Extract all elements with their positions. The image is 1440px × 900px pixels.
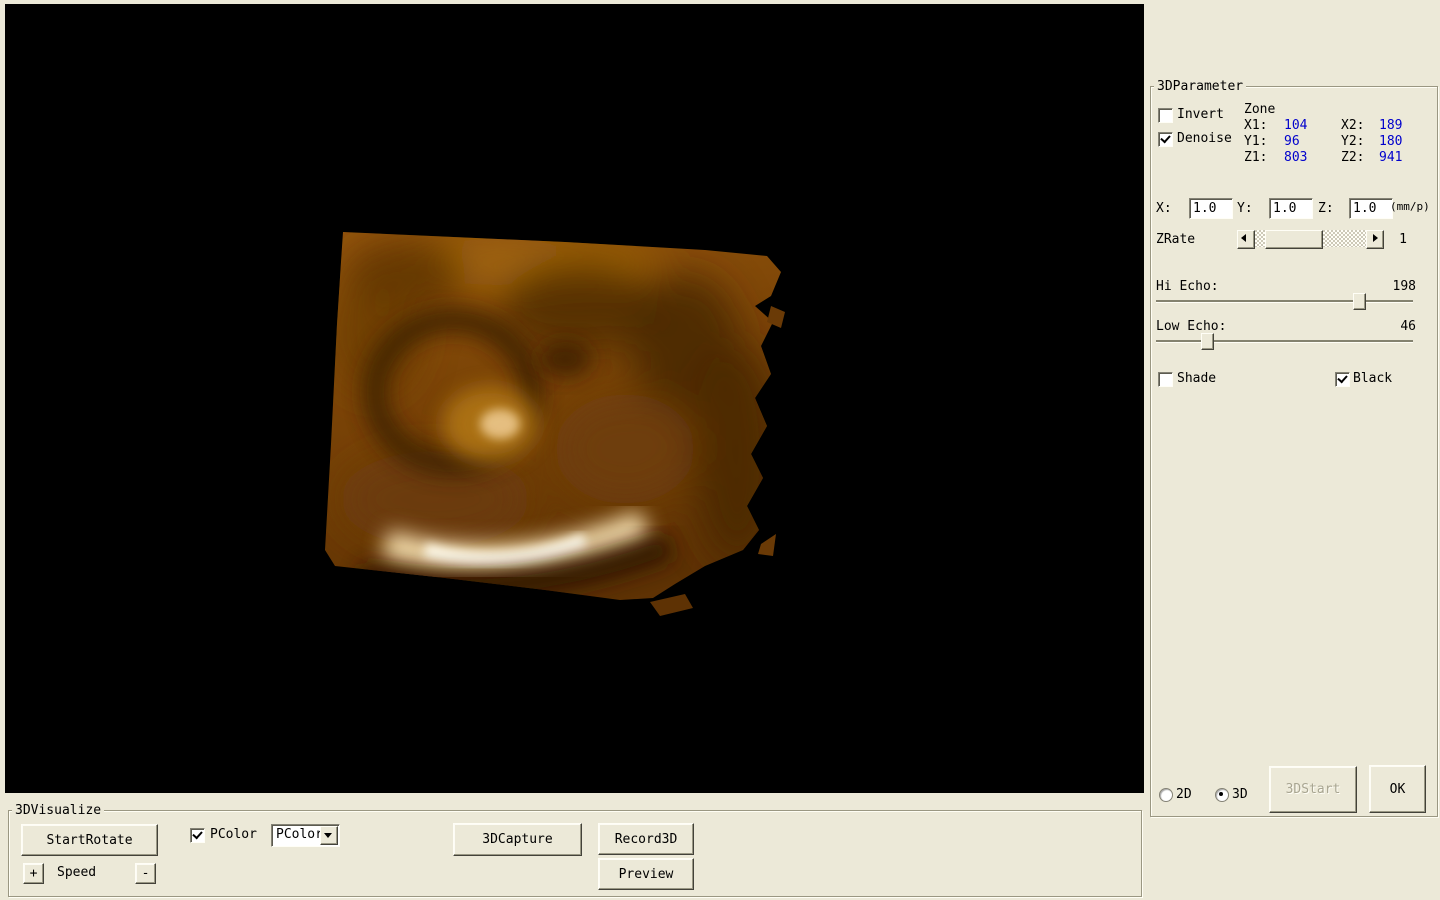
pcolor-dropdown[interactable]: PColor [271, 824, 340, 847]
scale-unit-label: (mm/p) [1390, 200, 1430, 213]
zone-z1-label: Z1: [1244, 150, 1268, 165]
mode-3d-radio-label: 3D [1232, 787, 1248, 802]
preview-button[interactable]: Preview [598, 858, 694, 890]
denoise-checkbox[interactable] [1158, 132, 1173, 147]
zone-row-y: Y1: 96 Y2: 180 [1244, 134, 1432, 150]
ok-button[interactable]: OK [1369, 765, 1426, 813]
scale-x-label: X: [1156, 201, 1172, 216]
visualize-groupbox-title: 3DVisualize [12, 803, 105, 818]
speed-decrease-button[interactable]: - [135, 863, 156, 884]
hi-echo-slider-thumb[interactable] [1353, 293, 1366, 310]
speed-increase-button[interactable]: + [23, 863, 44, 884]
pcolor-checkbox-label: PColor [210, 827, 257, 842]
render-viewport[interactable] [5, 4, 1144, 793]
start-rotate-button[interactable]: StartRotate [21, 824, 158, 856]
zone-x1-value: 104 [1284, 118, 1308, 133]
low-echo-slider-track[interactable] [1156, 340, 1413, 343]
scale-z-input[interactable] [1349, 198, 1393, 219]
parameter-groupbox: 3DParameter Invert Denoise Zone X1: 104 … [1150, 79, 1438, 817]
black-checkbox-label: Black [1353, 371, 1393, 386]
shade-checkbox-label: Shade [1177, 371, 1217, 386]
zone-y1-value: 96 [1284, 134, 1300, 149]
zrate-scrollbar-thumb[interactable] [1265, 230, 1323, 249]
zrate-scroll-right-button[interactable] [1366, 230, 1384, 249]
hi-echo-slider[interactable] [1156, 293, 1413, 310]
invert-checkbox[interactable] [1158, 108, 1173, 123]
hi-echo-value: 198 [1392, 279, 1416, 294]
zone-x1-label: X1: [1244, 118, 1268, 133]
low-echo-slider-thumb[interactable] [1201, 333, 1214, 350]
low-echo-value: 46 [1400, 319, 1416, 334]
hi-echo-label: Hi Echo: [1156, 279, 1219, 294]
scale-y-input[interactable] [1269, 198, 1313, 219]
black-checkbox[interactable] [1335, 372, 1350, 387]
zone-z1-value: 803 [1284, 150, 1308, 165]
record-3d-button[interactable]: Record3D [598, 823, 694, 855]
hi-echo-slider-track[interactable] [1156, 300, 1413, 303]
mode-2d-radio[interactable] [1159, 788, 1173, 802]
mode-3d-radio[interactable] [1215, 788, 1229, 802]
speed-label: Speed [57, 865, 97, 880]
arrow-left-icon [1241, 234, 1246, 242]
zone-x2-label: X2: [1341, 118, 1365, 133]
scale-z-label: Z: [1318, 201, 1334, 216]
zrate-scrollbar[interactable] [1237, 230, 1384, 249]
zone-readout: Zone X1: 104 X2: 189 Y1: 96 Y2: 180 Z1: … [1244, 102, 1432, 166]
low-echo-slider[interactable] [1156, 333, 1413, 350]
dropdown-arrow-button[interactable] [320, 826, 338, 845]
chevron-down-icon [324, 833, 332, 838]
capture-3d-button[interactable]: 3DCapture [453, 823, 582, 856]
pcolor-dropdown-value: PColor [276, 827, 323, 842]
zone-row-x: X1: 104 X2: 189 [1244, 118, 1432, 134]
scale-y-label: Y: [1237, 201, 1253, 216]
pcolor-checkbox[interactable] [190, 828, 205, 843]
arrow-right-icon [1373, 234, 1378, 242]
zone-y2-value: 180 [1379, 134, 1403, 149]
mode-2d-radio-label: 2D [1176, 787, 1192, 802]
scale-x-input[interactable] [1189, 198, 1233, 219]
zrate-label: ZRate [1156, 232, 1196, 247]
zone-z2-label: Z2: [1341, 150, 1365, 165]
zone-row-z: Z1: 803 Z2: 941 [1244, 150, 1432, 166]
volume-body [325, 232, 781, 600]
visualize-groupbox: 3DVisualize StartRotate PColor PColor 3D… [8, 803, 1142, 897]
denoise-checkbox-label: Denoise [1177, 131, 1232, 146]
zrate-scrollbar-track[interactable] [1255, 230, 1366, 249]
shade-checkbox[interactable] [1158, 372, 1173, 387]
ultrasound-volume-render [325, 232, 785, 616]
zone-title: Zone [1244, 102, 1276, 117]
low-echo-label: Low Echo: [1156, 319, 1227, 334]
invert-checkbox-label: Invert [1177, 107, 1224, 122]
app-window: { "colors": { "window_bg": "#ece9d8", "v… [0, 0, 1440, 900]
zone-y1-label: Y1: [1244, 134, 1268, 149]
zone-z2-value: 941 [1379, 150, 1403, 165]
start-3d-button[interactable]: 3DStart [1269, 766, 1357, 813]
zrate-scroll-left-button[interactable] [1237, 230, 1255, 249]
parameter-groupbox-title: 3DParameter [1154, 79, 1247, 94]
zrate-value: 1 [1399, 232, 1407, 247]
zone-x2-value: 189 [1379, 118, 1403, 133]
zone-y2-label: Y2: [1341, 134, 1365, 149]
